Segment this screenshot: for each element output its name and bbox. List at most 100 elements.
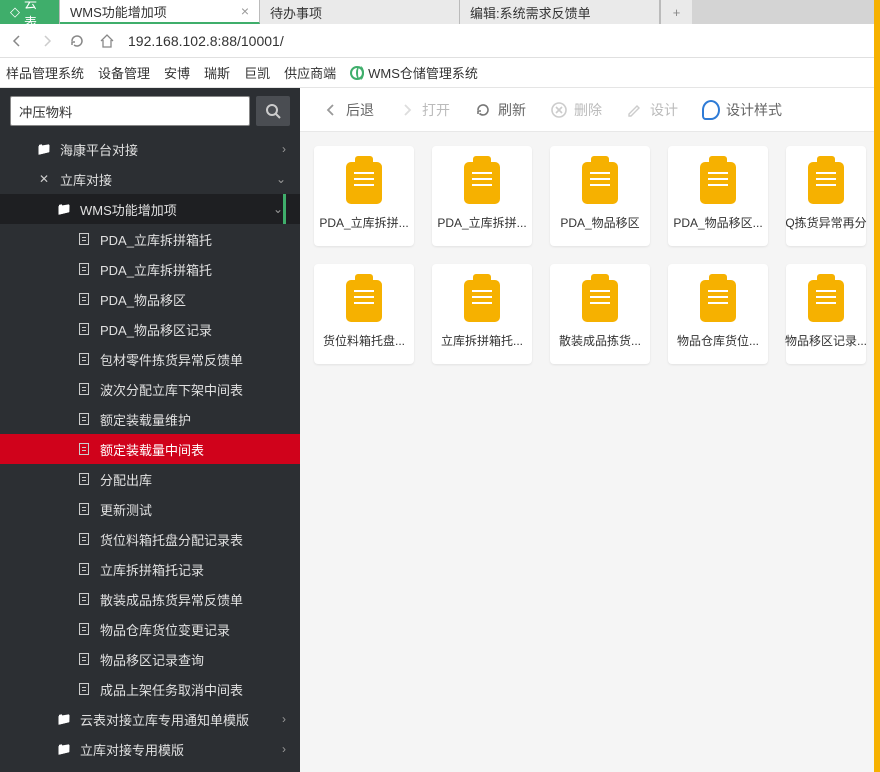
tree-label: 成品上架任务取消中间表: [100, 680, 243, 699]
tab-cloud[interactable]: ◇ 云表: [0, 0, 60, 24]
tree-leaf[interactable]: 更新测试: [0, 494, 300, 524]
tree-tpl2[interactable]: 立库对接专用模版›: [0, 734, 300, 764]
tree-wms-add[interactable]: WMS功能增加项⌄: [0, 194, 300, 224]
tree-leaf[interactable]: 波次分配立库下架中间表: [0, 374, 300, 404]
tab-wms-add[interactable]: WMS功能增加项 ×: [60, 0, 260, 24]
design-button[interactable]: 设计: [616, 94, 688, 126]
tree-leaf[interactable]: 分配出库: [0, 464, 300, 494]
new-tab-button[interactable]: +: [660, 0, 692, 24]
tree-tpl1[interactable]: 云表对接立库专用通知单模版 ›: [0, 704, 300, 734]
tree-label: 物品仓库货位变更记录: [100, 620, 230, 639]
form-card[interactable]: 货位料箱托盘...: [314, 264, 414, 364]
close-icon[interactable]: ×: [241, 3, 249, 19]
clipboard-icon: [582, 280, 618, 322]
form-card[interactable]: Q拣货异常再分: [786, 146, 866, 246]
tree-label: 散装成品拣货异常反馈单: [100, 590, 243, 609]
tree-lk[interactable]: 立库对接⌄: [0, 164, 300, 194]
url-text[interactable]: 192.168.102.8:88/10001/: [128, 33, 872, 49]
nav-back-button[interactable]: [8, 32, 26, 50]
doc-icon: [79, 263, 89, 275]
search-input[interactable]: [10, 96, 250, 126]
menu-supplier[interactable]: 供应商端: [284, 63, 336, 82]
clipboard-icon: [700, 280, 736, 322]
menu-anbo[interactable]: 安博: [164, 63, 190, 82]
chevron-left-icon: [322, 101, 340, 119]
tree-leaf[interactable]: 散装成品拣货异常反馈单: [0, 584, 300, 614]
clipboard-icon: [808, 162, 844, 204]
tree-leaf[interactable]: 立库拆拼箱托记录: [0, 554, 300, 584]
tree-label: 包材零件拣货异常反馈单: [100, 350, 243, 369]
form-card[interactable]: PDA_物品移区: [550, 146, 650, 246]
nav-tree: 海康平台对接› 立库对接⌄ WMS功能增加项⌄ PDA_立库拆拼箱托 PDA_立…: [0, 134, 300, 772]
tree-leaf[interactable]: 物品仓库货位变更记录: [0, 614, 300, 644]
browser-tab-strip: ◇ 云表 WMS功能增加项 × 待办事项 编辑:系统需求反馈单 +: [0, 0, 880, 24]
form-card[interactable]: 散装成品拣货...: [550, 264, 650, 364]
nav-forward-button[interactable]: [38, 32, 56, 50]
tree-leaf-selected[interactable]: 额定装载量中间表: [0, 434, 300, 464]
btn-label: 设计样式: [726, 100, 782, 120]
tab-todo[interactable]: 待办事项: [260, 0, 460, 24]
tree-leaf[interactable]: 货位料箱托盘分配记录表: [0, 524, 300, 554]
tree-label: PDA_物品移区: [100, 290, 186, 309]
menu-ruisi[interactable]: 瑞斯: [204, 63, 230, 82]
tree-label: 波次分配立库下架中间表: [100, 380, 243, 399]
form-card[interactable]: PDA_立库拆拼...: [314, 146, 414, 246]
chevron-right-icon: [398, 101, 416, 119]
chevron-right-icon: ›: [282, 742, 286, 756]
open-button[interactable]: 打开: [388, 94, 460, 126]
doc-icon: [79, 473, 89, 485]
menu-sample[interactable]: 样品管理系统: [6, 63, 84, 82]
tree-leaf[interactable]: 额定装载量维护: [0, 404, 300, 434]
folder-icon: [56, 742, 72, 756]
card-label: PDA_立库拆拼...: [319, 214, 408, 231]
tree-leaf[interactable]: PDA_物品移区: [0, 284, 300, 314]
tree-label: WMS功能增加项: [80, 200, 177, 219]
back-button[interactable]: 后退: [312, 94, 384, 126]
search-button[interactable]: [256, 96, 290, 126]
clipboard-icon: [582, 162, 618, 204]
tab-label: 待办事项: [270, 3, 322, 22]
card-label: 立库拆拼箱托...: [441, 332, 523, 349]
tree-hk[interactable]: 海康平台对接›: [0, 134, 300, 164]
tree-leaf[interactable]: PDA_物品移区记录: [0, 314, 300, 344]
tab-edit-feedback[interactable]: 编辑:系统需求反馈单: [460, 0, 660, 24]
doc-icon: [79, 683, 89, 695]
nav-home-button[interactable]: [98, 32, 116, 50]
tree-leaf[interactable]: 物品移区记录查询: [0, 644, 300, 674]
btn-label: 打开: [422, 100, 450, 120]
btn-label: 刷新: [498, 100, 526, 120]
menu-wms[interactable]: WMS仓储管理系统: [350, 63, 478, 82]
form-card[interactable]: 立库拆拼箱托...: [432, 264, 532, 364]
active-indicator: [283, 194, 286, 224]
form-card[interactable]: PDA_物品移区...: [668, 146, 768, 246]
tree-leaf[interactable]: 成品上架任务取消中间表: [0, 674, 300, 704]
tree-leaf[interactable]: 包材零件拣货异常反馈单: [0, 344, 300, 374]
tree-leaf[interactable]: PDA_立库拆拼箱托: [0, 224, 300, 254]
card-label: PDA_物品移区: [560, 214, 639, 231]
tree-label: 立库拆拼箱托记录: [100, 560, 204, 579]
card-label: 物品仓库货位...: [677, 332, 759, 349]
menu-device[interactable]: 设备管理: [98, 63, 150, 82]
delete-button[interactable]: 删除: [540, 94, 612, 126]
doc-icon: [79, 293, 89, 305]
doc-icon: [79, 623, 89, 635]
tree-label: 额定装载量中间表: [100, 440, 204, 459]
chevron-right-icon: ›: [282, 712, 286, 726]
folder-icon: [56, 712, 72, 726]
nav-reload-button[interactable]: [68, 32, 86, 50]
doc-icon: [79, 353, 89, 365]
btn-label: 后退: [346, 100, 374, 120]
tree-label: 立库对接: [60, 170, 112, 189]
tree-label: 云表对接立库专用通知单模版: [80, 710, 249, 729]
tree-leaf[interactable]: PDA_立库拆拼箱托: [0, 254, 300, 284]
content-area: 后退 打开 刷新 删除 设计 设计样式 PDA_立库拆拼... PDA_立库拆拼…: [300, 88, 880, 772]
tree-label: 分配出库: [100, 470, 152, 489]
form-card[interactable]: 物品仓库货位...: [668, 264, 768, 364]
tree-label: 海康平台对接: [60, 140, 138, 159]
form-card[interactable]: 物品移区记录...: [786, 264, 866, 364]
clipboard-icon: [464, 280, 500, 322]
menu-jukai[interactable]: 巨凯: [244, 63, 270, 82]
refresh-button[interactable]: 刷新: [464, 94, 536, 126]
form-card[interactable]: PDA_立库拆拼...: [432, 146, 532, 246]
design-style-button[interactable]: 设计样式: [692, 94, 792, 126]
